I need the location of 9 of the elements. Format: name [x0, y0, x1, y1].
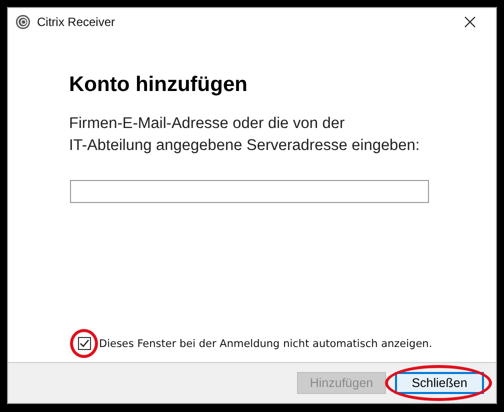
dialog-heading: Konto hinzufügen: [69, 73, 248, 97]
spiral-logo-icon: [15, 14, 31, 30]
checkbox[interactable]: [78, 337, 91, 350]
address-input-field[interactable]: [70, 180, 429, 203]
checkbox-label: Dieses Fenster bei der Anmeldung nicht automatisch anzeigen.: [99, 338, 432, 350]
window-title: Citrix Receiver: [37, 15, 116, 29]
instruction-text: Firmen-E-Mail-Adresse oder die von der IT-Abteilung angegebene Serveradresse eingeben:: [69, 114, 421, 156]
dialog-button[interactable]: Schließen: [395, 372, 484, 394]
close-icon: [464, 16, 476, 28]
